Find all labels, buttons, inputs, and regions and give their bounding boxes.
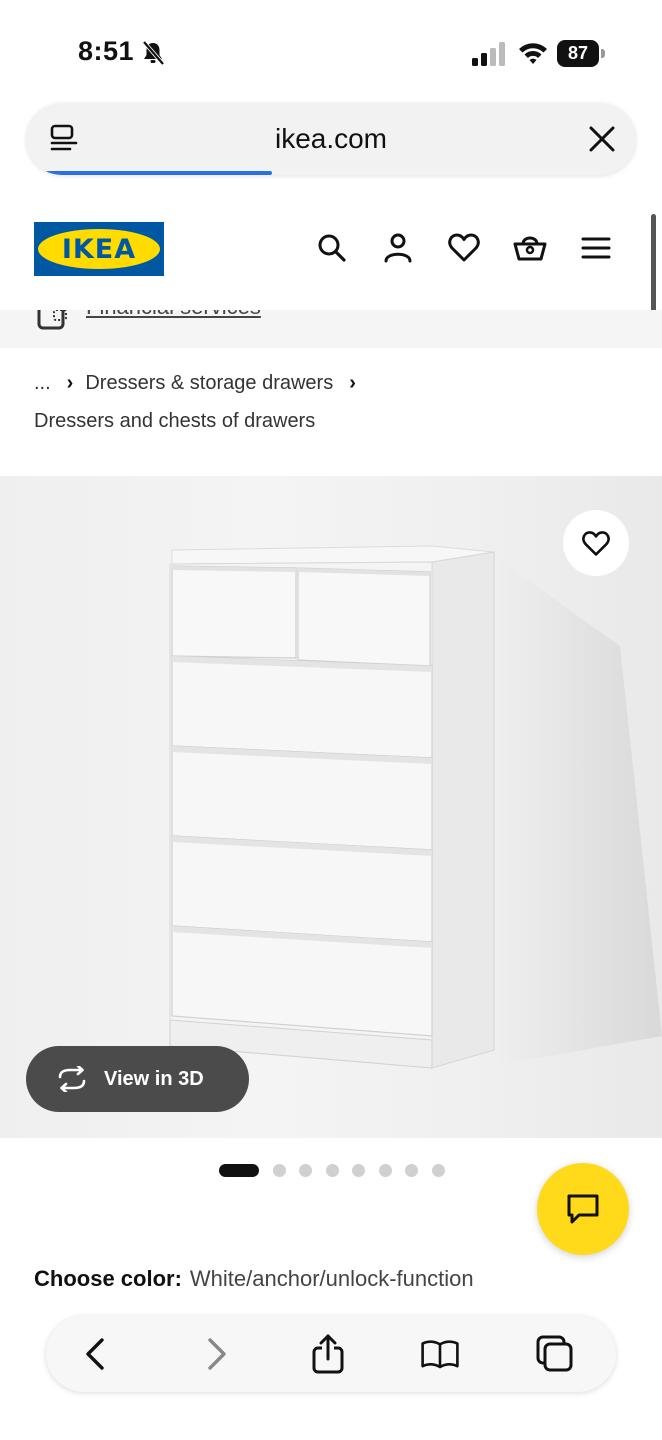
- carousel-dot[interactable]: [431, 1164, 445, 1177]
- financial-services-link[interactable]: Financial services: [86, 310, 261, 320]
- search-icon[interactable]: [314, 230, 350, 266]
- view-in-3d-label: View in 3D: [104, 1067, 204, 1090]
- status-bar: 8:51 87: [0, 0, 662, 100]
- carousel-dot[interactable]: [378, 1164, 392, 1177]
- back-icon[interactable]: [76, 1334, 116, 1374]
- battery-indicator: 87: [557, 40, 605, 67]
- chat-button[interactable]: [537, 1163, 629, 1255]
- site-header: IKEA: [0, 200, 662, 310]
- carousel-dot[interactable]: [352, 1164, 365, 1177]
- save-to-favorites-button[interactable]: [563, 510, 629, 576]
- tabs-icon[interactable]: [534, 1334, 574, 1374]
- account-icon[interactable]: [380, 230, 416, 266]
- dresser-illustration: [169, 545, 662, 1069]
- forward-icon[interactable]: [196, 1334, 236, 1374]
- page-load-progress: [40, 171, 272, 175]
- carousel-dot[interactable]: [299, 1164, 312, 1177]
- url-text[interactable]: ikea.com: [26, 123, 636, 155]
- product-image[interactable]: [0, 476, 662, 1138]
- browser-toolbar: [46, 1316, 616, 1392]
- carousel-dot[interactable]: [405, 1164, 418, 1177]
- carousel-dot[interactable]: [325, 1164, 339, 1177]
- ikea-logo-oval: IKEA: [38, 229, 160, 269]
- wifi-icon: [519, 43, 547, 64]
- choose-color-label: Choose color:: [34, 1266, 182, 1290]
- menu-icon[interactable]: [578, 230, 614, 266]
- heart-icon[interactable]: [446, 230, 482, 266]
- selected-color-value: White/anchor/unlock-function: [189, 1266, 474, 1290]
- carousel-dot[interactable]: [272, 1164, 286, 1177]
- ikea-logo[interactable]: IKEA: [34, 222, 164, 276]
- breadcrumb-item-dressers-storage[interactable]: Dressers & storage drawers: [85, 372, 333, 395]
- breadcrumb-ellipsis[interactable]: ...: [34, 372, 51, 395]
- rotate-3d-icon: [58, 1066, 86, 1092]
- heart-icon: [582, 531, 610, 556]
- share-icon[interactable]: [308, 1334, 348, 1374]
- bell-off-icon: [142, 40, 165, 66]
- basket-icon[interactable]: [512, 230, 548, 266]
- breadcrumb-item-current[interactable]: Dressers and chests of drawers: [34, 410, 315, 433]
- battery-level: 87: [557, 40, 599, 67]
- breadcrumb: ... › Dressers & storage drawers › Dress…: [0, 348, 662, 476]
- page-scrollbar[interactable]: [651, 214, 656, 320]
- choose-color-row[interactable]: Choose color: White/anchor/unlock-functio…: [34, 1266, 634, 1290]
- view-in-3d-button[interactable]: View in 3D: [26, 1046, 249, 1112]
- cellular-signal-icon: [472, 42, 505, 66]
- chevron-right-icon: ›: [66, 372, 74, 394]
- breadcrumb-trail: ... › Dressers & storage drawers ›: [34, 372, 368, 395]
- wallet-icon: [37, 310, 67, 330]
- bookmarks-icon[interactable]: [420, 1334, 460, 1374]
- chat-icon: [567, 1194, 599, 1224]
- close-icon[interactable]: [586, 123, 618, 155]
- carousel-dot-active[interactable]: [219, 1164, 259, 1177]
- battery-tip: [601, 49, 605, 58]
- status-time: 8:51: [78, 36, 135, 66]
- financial-services-strip: Financial services: [0, 310, 662, 348]
- chevron-right-icon: ›: [349, 372, 356, 394]
- image-carousel-dots[interactable]: [219, 1164, 458, 1177]
- address-bar[interactable]: ikea.com: [26, 103, 636, 175]
- ikea-logo-text: IKEA: [61, 233, 137, 265]
